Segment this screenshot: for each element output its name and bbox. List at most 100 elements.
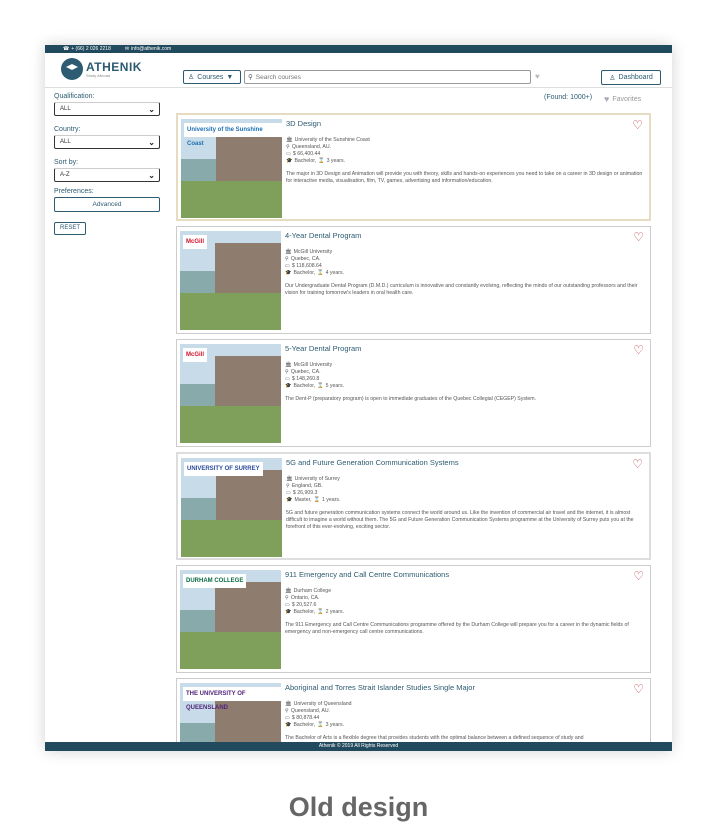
user-icon: ♙ xyxy=(609,74,616,82)
course-meta: 🏛 McGill University ⚲ Quebec, CA. ▭ $ 148,2… xyxy=(285,362,344,390)
course-card[interactable]: THE UNIVERSITY OF QUEENSLAND Aboriginal … xyxy=(176,678,651,751)
country-label: Country: xyxy=(54,126,81,133)
course-card[interactable]: UNIVERSITY OF SURREY 5G and Future Gener… xyxy=(176,452,651,560)
location-pin-icon: ⚲ xyxy=(286,144,290,150)
course-description: The Bachelor of Arts is a flexible degre… xyxy=(285,735,584,741)
course-duration: 3 years. xyxy=(326,158,346,164)
course-image[interactable]: University of the Sunshine Coast xyxy=(181,119,282,218)
course-description: The Dent-P (preparatory program) is open… xyxy=(285,396,537,402)
course-title[interactable]: 3D Design xyxy=(286,119,321,128)
course-description: Our Undergraduate Dental Program (D.M.D.… xyxy=(285,283,638,296)
favorites-link[interactable]: ♥ Favorites xyxy=(604,94,641,104)
university-icon: 🏛 xyxy=(285,701,292,707)
university-logo: University of the Sunshine Coast xyxy=(184,123,282,147)
course-image[interactable]: McGill xyxy=(180,231,281,330)
phone-icon: ☎ xyxy=(63,46,70,52)
graduation-cap-icon: 🎓 xyxy=(285,383,292,389)
university-icon: 🏛 xyxy=(286,137,293,143)
course-location: Quebec, CA. xyxy=(290,256,321,262)
course-duration: 1 years. xyxy=(321,497,341,503)
course-meta: 🏛 University of Queensland ⚲ Queensland, A… xyxy=(285,701,352,729)
location-pin-icon: ⚲ xyxy=(285,595,289,601)
course-title[interactable]: 4-Year Dental Program xyxy=(285,231,361,240)
course-description: 5G and future generation communication s… xyxy=(286,510,634,530)
course-card[interactable]: McGill 5-Year Dental Program ♡ 🏛 McGill U… xyxy=(176,339,651,447)
course-meta: 🏛 University of the Sunshine Coast ⚲ Queen… xyxy=(286,137,370,165)
course-card[interactable]: McGill 4-Year Dental Program ♡ 🏛 McGill U… xyxy=(176,226,651,334)
top-contact-bar: ☎ + (66) 2 026 2218 ✉ info@athenik.com xyxy=(45,45,672,53)
reset-button[interactable]: RESET xyxy=(54,222,86,235)
phone-contact[interactable]: ☎ + (66) 2 026 2218 xyxy=(63,45,111,53)
sort-select[interactable]: A-Z ⌄ xyxy=(54,168,160,182)
favorite-heart-icon[interactable]: ♡ xyxy=(633,231,644,243)
course-duration: 2 years. xyxy=(325,609,345,615)
course-fee: $ 66,400.44 xyxy=(292,151,321,157)
site-logo[interactable]: ATHENIK Study Abroad xyxy=(61,58,142,80)
chevron-down-icon: ⌄ xyxy=(148,137,155,147)
favorite-heart-icon[interactable]: ♡ xyxy=(633,683,644,695)
dashboard-button[interactable]: ♙ Dashboard xyxy=(601,70,661,85)
course-degree: Bachelor, xyxy=(293,609,316,615)
course-meta: 🏛 University of Surrey ⚲ England, GB. ▭ $ 2… xyxy=(286,476,340,504)
favorite-heart-icon[interactable]: ♡ xyxy=(633,570,644,582)
university-icon: 🏛 xyxy=(285,249,292,255)
mail-icon: ✉ xyxy=(124,46,130,52)
course-title[interactable]: Aboriginal and Torres Strait Islander St… xyxy=(285,683,475,692)
course-degree: Bachelor, xyxy=(293,270,316,276)
course-title[interactable]: 5-Year Dental Program xyxy=(285,344,361,353)
money-icon: ▭ xyxy=(285,715,290,721)
course-meta: 🏛 McGill University ⚲ Quebec, CA. ▭ $ 118,6… xyxy=(285,249,344,277)
university-name: University of Queensland xyxy=(293,701,352,707)
university-logo: THE UNIVERSITY OF QUEENSLAND xyxy=(183,687,281,711)
course-duration: 4 years. xyxy=(325,270,345,276)
course-duration: 5 years. xyxy=(325,383,345,389)
course-location: Quebec, CA. xyxy=(290,369,321,375)
favorites-icon[interactable]: ♥ xyxy=(535,72,540,81)
course-description: The major in 3D Design and Animation wil… xyxy=(286,171,643,184)
results-count: (Found: 1000+) xyxy=(544,94,593,101)
email-contact[interactable]: ✉ info@athenik.com xyxy=(125,45,171,53)
hourglass-icon: ⌛ xyxy=(317,722,324,728)
course-degree: Bachelor, xyxy=(293,383,316,389)
course-image[interactable]: McGill xyxy=(180,344,281,443)
money-icon: ▭ xyxy=(286,151,291,157)
location-pin-icon: ⚲ xyxy=(286,483,290,489)
sort-label: Sort by: xyxy=(54,159,79,166)
search-box[interactable]: ⚲ xyxy=(244,70,531,84)
hourglass-icon: ⌛ xyxy=(317,270,324,276)
course-image[interactable]: THE UNIVERSITY OF QUEENSLAND xyxy=(180,683,281,751)
course-title[interactable]: 5G and Future Generation Communication S… xyxy=(286,458,459,467)
location-pin-icon: ⚲ xyxy=(285,708,289,714)
header: ATHENIK Study Abroad ♙ Courses ▼ ⚲ ♥ ♙ D… xyxy=(45,53,672,88)
course-location: Queensland, AU. xyxy=(291,144,332,150)
favorite-heart-icon[interactable]: ♡ xyxy=(632,119,643,131)
course-fee: $ 80,878.44 xyxy=(291,715,320,721)
qualification-label: Qualification: xyxy=(54,93,95,100)
course-degree: Master, xyxy=(294,497,312,503)
university-icon: 🏛 xyxy=(285,362,292,368)
qualification-select[interactable]: ALL ⌄ xyxy=(54,102,160,116)
course-fee: $ 148,260.8 xyxy=(291,376,320,382)
courses-dropdown[interactable]: ♙ Courses ▼ xyxy=(183,70,241,84)
hourglass-icon: ⌛ xyxy=(313,497,320,503)
course-title[interactable]: 911 Emergency and Call Centre Communicat… xyxy=(285,570,449,579)
course-card[interactable]: DURHAM COLLEGE 911 Emergency and Call Ce… xyxy=(176,565,651,673)
university-name: Durham College xyxy=(293,588,332,594)
search-icon: ⚲ xyxy=(248,74,253,81)
course-card[interactable]: University of the Sunshine Coast 3D Desi… xyxy=(176,113,651,221)
course-fee: $ 20,527.6 xyxy=(291,602,317,608)
favorite-heart-icon[interactable]: ♡ xyxy=(633,344,644,356)
graduation-cap-icon xyxy=(61,58,83,80)
preferences-label: Preferences: xyxy=(54,188,94,195)
footer: Athenik © 2019 All Rights Reserved xyxy=(45,742,672,751)
course-image[interactable]: DURHAM COLLEGE xyxy=(180,570,281,669)
course-meta: 🏛 Durham College ⚲ Ontario, CA. ▭ $ 20,527.… xyxy=(285,588,344,616)
course-image[interactable]: UNIVERSITY OF SURREY xyxy=(181,458,282,557)
university-logo: McGill xyxy=(183,348,208,362)
country-select[interactable]: ALL ⌄ xyxy=(54,135,160,149)
chevron-down-icon: ⌄ xyxy=(148,170,155,180)
search-input[interactable] xyxy=(255,73,516,81)
favorite-heart-icon[interactable]: ♡ xyxy=(632,458,643,470)
course-list: University of the Sunshine Coast 3D Desi… xyxy=(176,113,651,751)
advanced-button[interactable]: Advanced xyxy=(54,197,160,212)
